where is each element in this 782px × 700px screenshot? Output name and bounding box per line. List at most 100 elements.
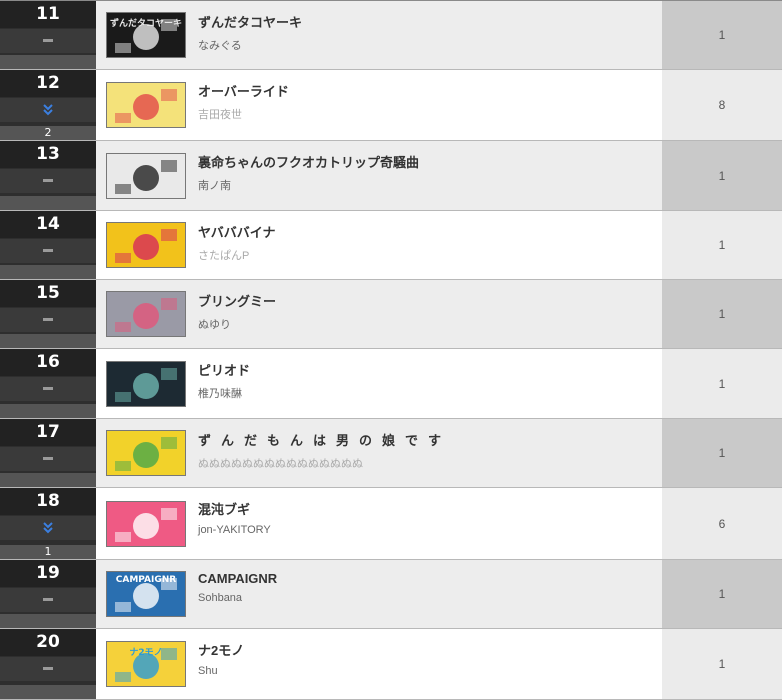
- rank-change-value: [0, 614, 96, 628]
- thumbnail-cell: ずんだタコヤーキ: [96, 1, 196, 69]
- song-thumbnail[interactable]: ずんだタコヤーキ: [106, 12, 186, 58]
- thumbnail-cell: [96, 280, 196, 348]
- rank-cell: 13: [0, 141, 96, 210]
- no-change-dash-icon: [43, 179, 53, 182]
- thumbnail-artwork: [115, 159, 177, 194]
- rank-change-value: [0, 685, 96, 699]
- no-change-dash-icon: [43, 387, 53, 390]
- song-title[interactable]: 裏命ちゃんのフクオカトリップ奇騒曲: [198, 152, 662, 171]
- song-thumbnail[interactable]: [106, 360, 186, 407]
- thumbnail-cell: [96, 211, 196, 279]
- rank-cell: 16: [0, 349, 96, 418]
- rank-number: 16: [0, 349, 96, 376]
- song-info: ずんだタコヤーキ なみぐる: [196, 1, 662, 69]
- rank-cell: 14: [0, 211, 96, 279]
- song-artist[interactable]: jon-YAKITORY: [198, 524, 662, 536]
- song-thumbnail[interactable]: [106, 222, 186, 268]
- thumbnail-cell: [96, 488, 196, 559]
- rank-change-indicator: [0, 239, 96, 263]
- count-value: 1: [662, 629, 782, 699]
- rank-number: 14: [0, 211, 96, 238]
- rank-number: 12: [0, 70, 96, 97]
- song-thumbnail[interactable]: [106, 152, 186, 199]
- count-value: 8: [662, 70, 782, 140]
- song-artist[interactable]: なみぐる: [198, 37, 662, 53]
- ranking-row[interactable]: 16 ピリオド椎乃味醂 1: [0, 349, 782, 419]
- ranking-row[interactable]: 18 1 混沌ブギ jon-YAKITORY 6: [0, 488, 782, 560]
- rank-cell: 11: [0, 1, 96, 69]
- rank-cell: 15: [0, 280, 96, 348]
- count-value: 1: [662, 349, 782, 418]
- thumbnail-cell: [96, 349, 196, 418]
- song-info: 混沌ブギ jon-YAKITORY: [196, 488, 662, 559]
- thumbnail-artwork: [115, 89, 177, 123]
- thumbnail-artwork: [115, 507, 177, 542]
- song-info: ピリオド 椎乃味醂: [196, 349, 662, 418]
- no-change-dash-icon: [43, 457, 53, 460]
- thumbnail-cell: [96, 70, 196, 140]
- rank-change-value: [0, 473, 96, 487]
- thumbnail-cell: CAMPAIGNR: [96, 560, 196, 628]
- rank-change-indicator: [0, 308, 96, 332]
- ranking-row[interactable]: 14 ヤバババイナ さたぱんP 1: [0, 211, 782, 280]
- song-info: ブリングミー ぬゆり: [196, 280, 662, 348]
- no-change-dash-icon: [43, 667, 53, 670]
- rank-change-indicator: [0, 169, 96, 193]
- song-title[interactable]: ピリオド: [198, 360, 662, 379]
- rank-change-value: 2: [0, 126, 96, 140]
- song-info: オーバーライド 吉田夜世: [196, 70, 662, 140]
- song-thumbnail[interactable]: ナ2モノ: [106, 641, 186, 687]
- song-thumbnail[interactable]: [106, 500, 186, 547]
- thumbnail-artwork: [115, 229, 177, 263]
- rank-cell: 12 2: [0, 70, 96, 140]
- ranking-list: 11 ずんだタコヤーキ ずんだタコヤーキ なみぐる 1 12 2 オーバーライド 吉田夜世 8 13…: [0, 0, 782, 700]
- song-artist[interactable]: Sohbana: [198, 592, 662, 604]
- rank-change-value: [0, 404, 96, 418]
- song-artist[interactable]: 南ノ南: [198, 177, 662, 193]
- song-title[interactable]: ヤバババイナ: [198, 222, 662, 241]
- song-info: ナ2モノ Shu: [196, 629, 662, 699]
- song-title[interactable]: 混沌ブギ: [198, 499, 662, 518]
- count-value: 1: [662, 141, 782, 210]
- song-title[interactable]: ずんだタコヤーキ: [198, 12, 662, 31]
- song-thumbnail[interactable]: [106, 430, 186, 476]
- song-title[interactable]: オーバーライド: [198, 81, 662, 100]
- rank-number: 20: [0, 629, 96, 656]
- song-artist[interactable]: さたぱんP: [198, 247, 662, 263]
- rank-cell: 17: [0, 419, 96, 487]
- no-change-dash-icon: [43, 249, 53, 252]
- song-thumbnail[interactable]: [106, 82, 186, 128]
- ranking-row[interactable]: 13 裏命ちゃんのフクオカトリップ奇騒曲 南ノ南 1: [0, 141, 782, 211]
- thumbnail-artwork: [115, 367, 177, 402]
- song-title[interactable]: CAMPAIGNR: [198, 571, 662, 586]
- song-artist[interactable]: 吉田夜世: [198, 106, 662, 122]
- no-change-dash-icon: [43, 598, 53, 601]
- ranking-row[interactable]: 11 ずんだタコヤーキ ずんだタコヤーキ なみぐる 1: [0, 1, 782, 70]
- song-artist[interactable]: ぬぬぬぬぬぬぬぬぬぬぬぬぬぬぬ: [198, 455, 662, 471]
- thumbnail-artwork: [115, 437, 177, 471]
- song-title[interactable]: ブリングミー: [198, 291, 662, 310]
- thumbnail-cell: [96, 141, 196, 210]
- rank-change-indicator: [0, 657, 96, 681]
- count-value: 1: [662, 419, 782, 487]
- ranking-row[interactable]: 17 ずんだもんは男の娘です ぬぬぬぬぬぬぬぬぬぬぬぬぬぬぬ 1: [0, 419, 782, 488]
- ranking-row[interactable]: 15 ブリングミー ぬゆり 1: [0, 280, 782, 349]
- song-title[interactable]: ずんだもんは男の娘です: [198, 430, 662, 449]
- song-artist[interactable]: 椎乃味醂: [198, 385, 662, 401]
- rank-change-value: [0, 265, 96, 279]
- rank-cell: 19: [0, 560, 96, 628]
- ranking-row[interactable]: 19 CAMPAIGNR CAMPAIGNR Sohbana 1: [0, 560, 782, 629]
- song-artist[interactable]: ぬゆり: [198, 316, 662, 332]
- rank-change-value: [0, 334, 96, 348]
- thumbnail-cell: ナ2モノ: [96, 629, 196, 699]
- song-artist[interactable]: Shu: [198, 665, 662, 677]
- song-title[interactable]: ナ2モノ: [198, 640, 662, 659]
- song-thumbnail[interactable]: [106, 291, 186, 337]
- ranking-row[interactable]: 12 2 オーバーライド 吉田夜世 8: [0, 70, 782, 141]
- ranking-row[interactable]: 20 ナ2モノ ナ2モノ Shu 1: [0, 629, 782, 700]
- rank-change-indicator: [0, 588, 96, 612]
- song-info: ずんだもんは男の娘です ぬぬぬぬぬぬぬぬぬぬぬぬぬぬぬ: [196, 419, 662, 487]
- rank-change-indicator: [0, 516, 96, 540]
- no-change-dash-icon: [43, 318, 53, 321]
- song-thumbnail[interactable]: CAMPAIGNR: [106, 571, 186, 617]
